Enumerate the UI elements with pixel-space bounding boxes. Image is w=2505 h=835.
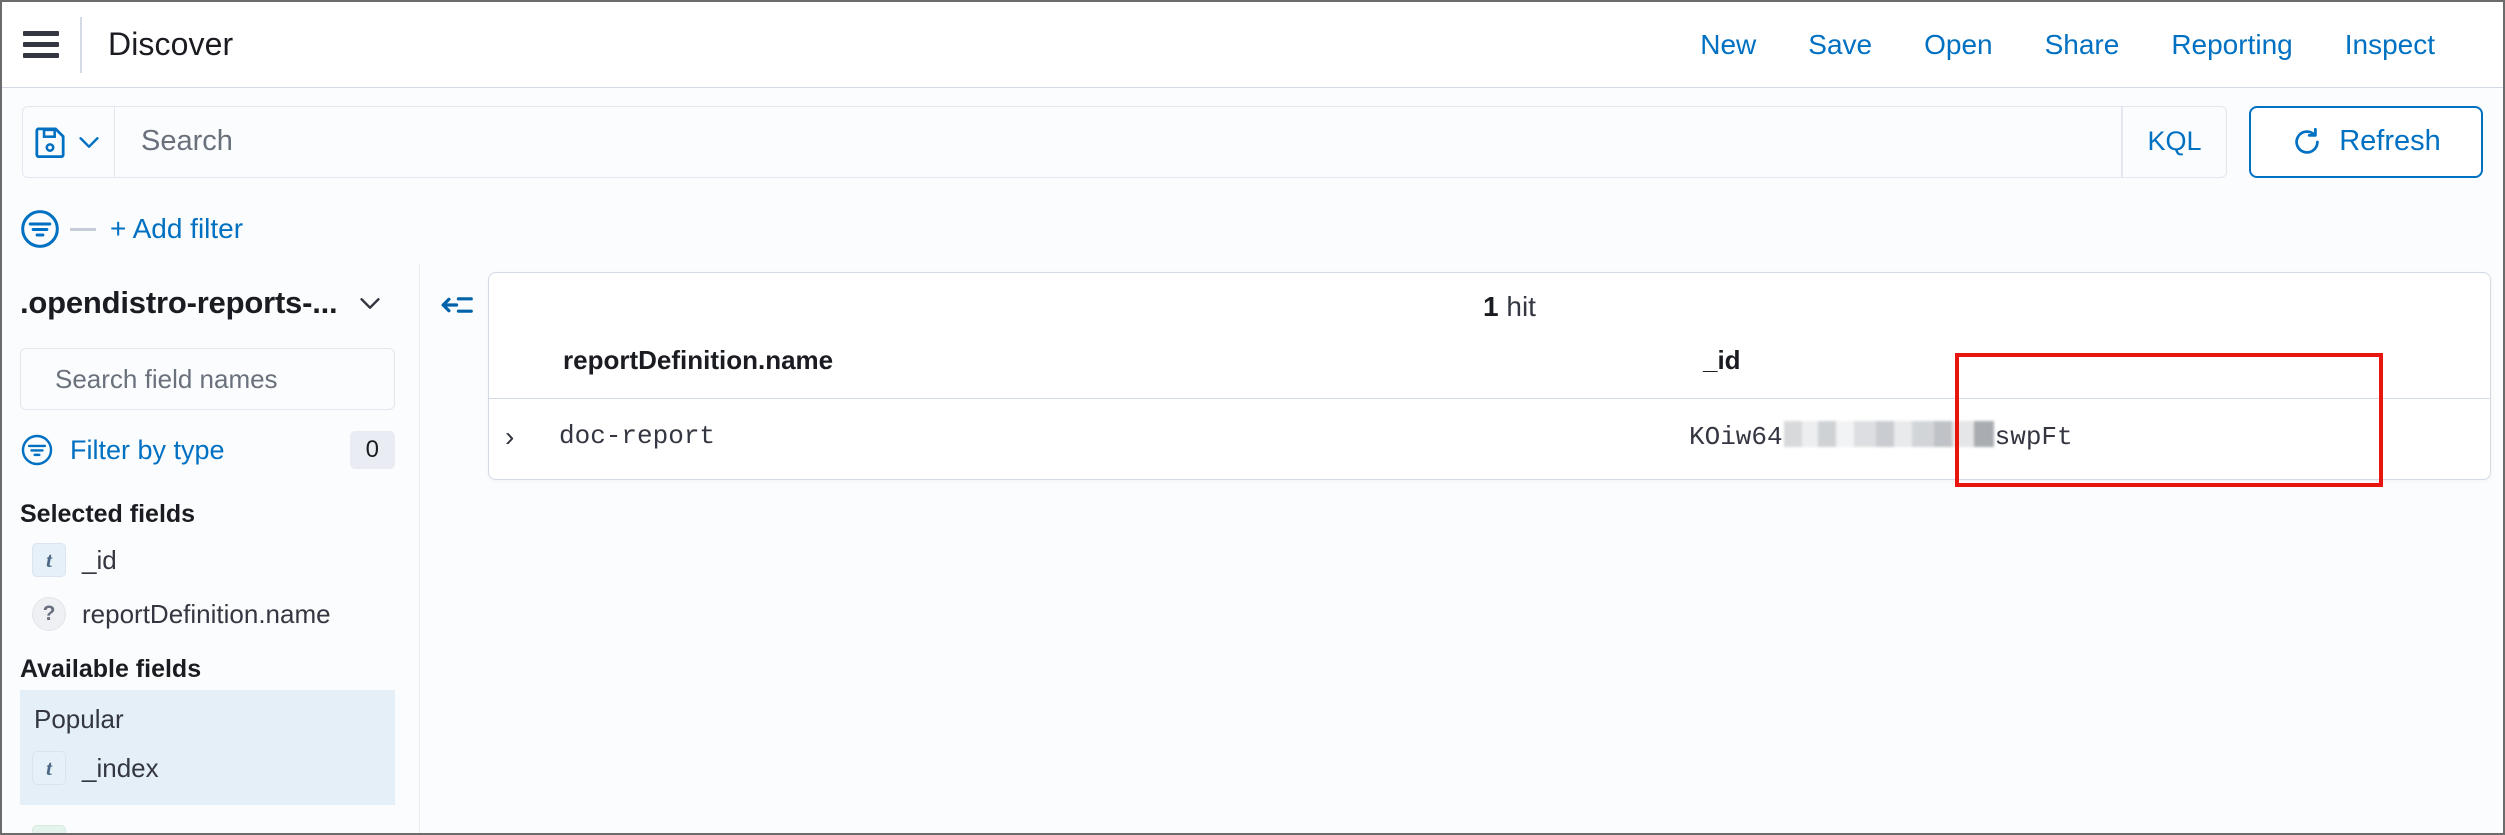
string-type-icon: t — [32, 543, 66, 577]
filter-bar-divider — [70, 227, 96, 231]
nav-item-reporting[interactable]: Reporting — [2145, 29, 2318, 61]
main-results-column: 1 hit reportDefinition.name _id › doc-re… — [420, 264, 2503, 833]
column-header-reportDefinition-name[interactable]: reportDefinition.name — [559, 341, 1689, 399]
documents-table-head: reportDefinition.name _id — [489, 341, 2490, 399]
refresh-button-label: Refresh — [2339, 125, 2441, 157]
nav-item-share[interactable]: Share — [2019, 29, 2146, 61]
add-filter-button[interactable]: + Add filter — [110, 213, 243, 245]
table-header-row: reportDefinition.name _id — [489, 341, 2490, 399]
query-language-button[interactable]: KQL — [2122, 105, 2227, 178]
collapse-sidebar-button[interactable] — [432, 282, 482, 328]
chevron-right-icon[interactable]: › — [489, 421, 514, 452]
field-item-_score[interactable]: # _score — [20, 815, 395, 833]
documents-table: reportDefinition.name _id › doc-report K… — [489, 341, 2490, 472]
cell-_id: KOiw64 swpFt — [1689, 399, 2490, 473]
hamburger-menu-icon — [23, 31, 59, 58]
field-name: _id — [82, 544, 117, 575]
collapse-sidebar-icon — [441, 297, 473, 313]
discover-app-window: Discover New Save Open Share Reporting I… — [0, 0, 2505, 835]
id-suffix: swpFt — [1994, 422, 2073, 452]
index-pattern-selector[interactable]: .opendistro-reports-... — [20, 264, 395, 342]
nav-item-inspect[interactable]: Inspect — [2319, 29, 2461, 61]
hit-count-row: 1 hit — [489, 273, 2490, 341]
query-bar-row: KQL Refresh — [22, 105, 2483, 178]
filter-by-type-label: Filter by type — [70, 434, 225, 465]
string-type-icon: t — [32, 751, 66, 785]
unknown-type-icon: ? — [32, 597, 66, 631]
field-name: reportDefinition.name — [82, 598, 331, 629]
filter-by-type-button[interactable]: Filter by type 0 — [20, 414, 395, 486]
popular-fields-group: Popular t _index — [20, 690, 395, 805]
redacted-id-block — [1783, 421, 1994, 447]
filter-bar: + Add filter — [2, 194, 2503, 264]
selected-fields-title: Selected fields — [20, 500, 196, 528]
filter-settings-icon — [21, 210, 59, 248]
hamburger-menu-button[interactable] — [2, 2, 80, 88]
refresh-icon — [2295, 127, 2319, 154]
field-name: _score — [82, 827, 160, 834]
field-item-_index[interactable]: t _index — [20, 741, 395, 795]
app-header: Discover New Save Open Share Reporting I… — [2, 2, 2503, 88]
column-header-_id[interactable]: _id — [1689, 341, 2490, 399]
body-area: .opendistro-reports-... Filter by type — [2, 264, 2503, 833]
page-title: Discover — [108, 26, 234, 62]
search-input[interactable] — [139, 124, 2121, 159]
index-pattern-name: .opendistro-reports-... — [20, 285, 338, 320]
search-input-wrapper[interactable] — [114, 105, 2122, 178]
nav-item-new[interactable]: New — [1674, 29, 1782, 61]
results-panel: 1 hit reportDefinition.name _id › doc-re… — [488, 272, 2491, 487]
chevron-down-icon — [79, 136, 99, 148]
field-item-_id[interactable]: t _id — [20, 533, 395, 587]
saved-query-button[interactable] — [22, 105, 114, 178]
filter-by-type-count: 0 — [349, 431, 395, 469]
nav-item-open[interactable]: Open — [1898, 29, 2019, 61]
hit-count: 1 hit — [1483, 291, 1536, 323]
popular-fields-label: Popular — [34, 704, 124, 734]
field-sidebar: .opendistro-reports-... Filter by type — [2, 264, 420, 833]
refresh-button[interactable]: Refresh — [2249, 105, 2483, 178]
field-name: _index — [82, 752, 159, 783]
header-nav: New Save Open Share Reporting Inspect — [1674, 29, 2503, 61]
filter-options-button[interactable] — [14, 203, 66, 255]
field-search-wrapper[interactable] — [20, 348, 395, 410]
documents-table-body: › doc-report KOiw64 swpFt — [489, 399, 2490, 473]
field-search-input[interactable] — [53, 362, 392, 396]
field-item-reportDefinition-name[interactable]: ? reportDefinition.name — [20, 587, 395, 641]
hit-count-label: hit — [1506, 291, 1536, 322]
expand-row-cell[interactable]: › — [489, 399, 559, 473]
number-type-icon: # — [32, 825, 66, 833]
query-bar: KQL Refresh — [2, 89, 2503, 194]
filter-settings-icon — [21, 434, 53, 466]
nav-item-save[interactable]: Save — [1782, 29, 1898, 61]
hit-count-number: 1 — [1483, 291, 1499, 322]
save-disk-icon — [35, 126, 65, 158]
cell-reportDefinition-name: doc-report — [559, 421, 716, 451]
chevron-down-icon — [360, 298, 381, 309]
id-prefix: KOiw64 — [1689, 422, 1783, 452]
header-divider — [80, 16, 82, 73]
column-header-expand — [489, 341, 559, 399]
available-fields-title: Available fields — [20, 655, 202, 683]
table-row[interactable]: › doc-report KOiw64 swpFt — [489, 399, 2490, 473]
